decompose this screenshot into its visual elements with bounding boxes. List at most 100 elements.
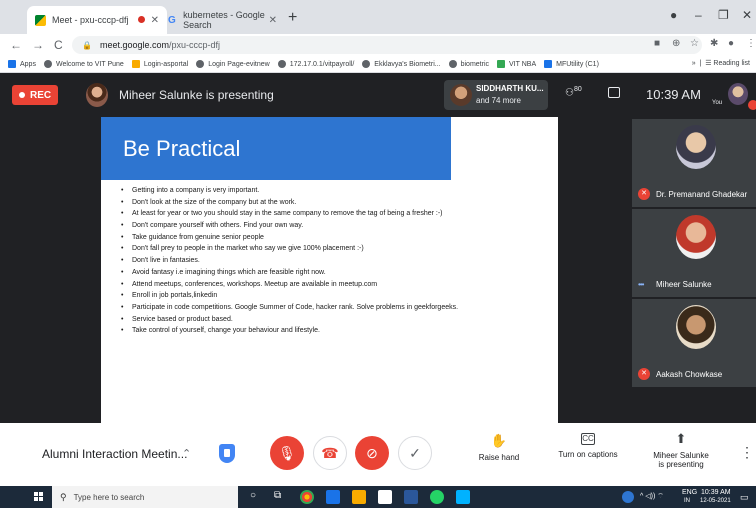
bookmarks-bar: Apps Welcome to VIT Pune Login-asportal … [0, 56, 756, 73]
people-button[interactable]: ⚇80 [565, 86, 582, 98]
camera-icon[interactable]: ■ [654, 38, 660, 49]
leave-call-button[interactable]: ☎ [313, 436, 347, 470]
bookmark-apps[interactable]: Apps [8, 60, 36, 68]
participant-name: Aakash Chowkase [656, 370, 723, 379]
camera-toggle-button[interactable]: ⊘ [355, 436, 389, 470]
notifications-icon[interactable]: ▭ [740, 492, 749, 503]
presentation-stage: Be Practical Getting into a company is v… [0, 117, 632, 423]
speaking-dots-icon: ••• [638, 280, 644, 289]
bookmark-ekklavya[interactable]: Ekklavya's Biometri... [362, 60, 441, 68]
url-host: meet.google.com [99, 40, 170, 50]
search-icon: ⚲ [60, 491, 67, 502]
self-mic-off-icon [748, 100, 756, 110]
close-tab-icon[interactable]: ✕ [151, 15, 159, 26]
close-tab-icon[interactable]: ✕ [269, 15, 277, 26]
slide-bullet: Take control of yourself, change your be… [121, 325, 551, 337]
star-icon[interactable]: ☆ [690, 38, 699, 49]
viewers-chip[interactable]: SIDDHARTH KU... and 74 more [444, 80, 548, 110]
raise-hand-button[interactable]: ✋ Raise hand [475, 433, 523, 462]
more-options-icon[interactable]: ⋮ [740, 444, 754, 461]
globe-icon [448, 60, 457, 68]
store-taskbar-icon[interactable] [378, 490, 392, 504]
bookmark-biometric[interactable]: biometric [448, 60, 489, 68]
globe-icon [362, 60, 371, 68]
explorer-taskbar-icon[interactable] [352, 490, 366, 504]
tab-meet-title: Meet - pxu-cccp-dfj [52, 15, 129, 25]
task-view-icon[interactable]: ⧉ [274, 490, 288, 504]
slide-bullet-list: Getting into a company is very important… [121, 185, 551, 337]
minimize-button[interactable]: – [695, 8, 702, 22]
lock-icon: 🔒 [82, 40, 92, 50]
chevron-up-icon[interactable]: ⌃ [182, 447, 191, 460]
record-dot-icon [19, 92, 25, 98]
taskbar-search[interactable]: ⚲ Type here to search [52, 486, 238, 508]
bookmark-login-asportal[interactable]: Login-asportal [131, 60, 188, 68]
extensions-icon[interactable]: ✱ [710, 38, 718, 49]
meeting-title[interactable]: Alumni Interaction Meetin... [42, 447, 187, 461]
app-taskbar-icon[interactable] [456, 490, 470, 504]
bookmark-vitpayroll[interactable]: 172.17.0.1/vitpayroll/ [277, 60, 354, 68]
presenter-avatar [86, 83, 108, 107]
participant-tile[interactable]: ••• Miheer Salunke [632, 209, 756, 297]
profile-avatar-icon[interactable]: ● [728, 38, 734, 49]
microphone-toggle-button[interactable]: 🎙 [270, 436, 304, 470]
windows-start-icon[interactable] [34, 492, 44, 502]
bookmark-mfutility[interactable]: MFUtility (C1) [544, 60, 599, 68]
back-icon[interactable]: ← [10, 38, 22, 52]
mic-off-icon: ✕ [638, 188, 650, 200]
tab-meet[interactable]: Meet - pxu-cccp-dfj ✕ [27, 6, 167, 34]
captions-button[interactable]: CC Turn on captions [553, 433, 623, 459]
recording-badge[interactable]: REC [12, 85, 59, 105]
close-window-button[interactable]: ✕ [742, 8, 752, 22]
zoom-icon[interactable]: ⊕ [672, 38, 680, 49]
cortana-icon[interactable]: ○ [250, 490, 264, 504]
taskbar-time[interactable]: 10:39 AM [701, 489, 731, 496]
bookmark-login-evitnew[interactable]: Login Page-evitnew [196, 60, 270, 68]
tray-icons[interactable]: ^ ◁)) ⌔ [640, 492, 664, 501]
bookmark-vit-nba[interactable]: VIT NBA [497, 60, 536, 68]
reload-icon[interactable]: C [54, 38, 63, 52]
meeting-clock: 10:39 AM [646, 87, 701, 102]
check-icon: ✓ [409, 444, 421, 461]
presentation-button[interactable]: ⬆ Miheer Salunke is presenting [645, 431, 717, 469]
address-bar[interactable]: 🔒 meet.google.com /pxu-cccp-dfj [72, 36, 702, 54]
menu-dots-icon[interactable]: ⋮ [746, 38, 756, 49]
tab-search-title: kubernetes - Google Search [183, 10, 265, 30]
slide-title-bar: Be Practical [101, 117, 451, 180]
browser-tab-strip: Meet - pxu-cccp-dfj ✕ G kubernetes - Goo… [0, 0, 756, 34]
whatsapp-taskbar-icon[interactable] [430, 490, 444, 504]
participant-name: Miheer Salunke [656, 280, 712, 289]
tray-app-icon[interactable] [622, 491, 634, 503]
participant-avatar [676, 125, 716, 169]
restore-button[interactable]: ❐ [718, 8, 729, 22]
hand-icon: ✋ [490, 433, 508, 448]
presentation-slide: Be Practical Getting into a company is v… [101, 117, 558, 423]
slide-bullet: Enroll in job portals,linkedin [121, 290, 551, 302]
screen: Meet - pxu-cccp-dfj ✕ G kubernetes - Goo… [0, 0, 756, 508]
slide-bullet: Don't fall prey to people in the market … [121, 243, 551, 255]
recording-indicator-icon [138, 16, 145, 23]
mail-taskbar-icon[interactable] [326, 490, 340, 504]
forward-icon[interactable]: → [32, 38, 44, 52]
participant-tile[interactable]: ✕ Aakash Chowkase [632, 299, 756, 387]
meeting-safety-icon[interactable] [219, 444, 235, 463]
taskbar-search-placeholder: Type here to search [73, 492, 145, 502]
people-icon: ⚇ [565, 87, 574, 99]
slide-bullet: Attend meetups, conferences, workshops. … [121, 279, 551, 291]
participant-avatar [676, 305, 716, 349]
tab-google-search[interactable]: G kubernetes - Google Search ✕ [160, 6, 285, 34]
globe-icon [43, 60, 52, 68]
confirm-button[interactable]: ✓ [398, 436, 432, 470]
new-tab-button[interactable]: + [288, 10, 297, 26]
self-avatar[interactable] [728, 83, 748, 105]
language-indicator[interactable]: ENG [682, 489, 697, 496]
chrome-taskbar-icon[interactable] [300, 490, 314, 504]
word-taskbar-icon[interactable] [404, 490, 418, 504]
chat-icon[interactable] [608, 87, 620, 98]
reading-list-button[interactable]: » | ☰ Reading list [692, 59, 750, 67]
portal-icon [131, 60, 140, 68]
participant-tile[interactable]: ✕ Dr. Premanand Ghadekar [632, 119, 756, 207]
bookmark-vit-pune[interactable]: Welcome to VIT Pune [43, 60, 124, 68]
profile-dot-icon[interactable]: ● [670, 8, 677, 22]
globe-icon [196, 60, 205, 68]
